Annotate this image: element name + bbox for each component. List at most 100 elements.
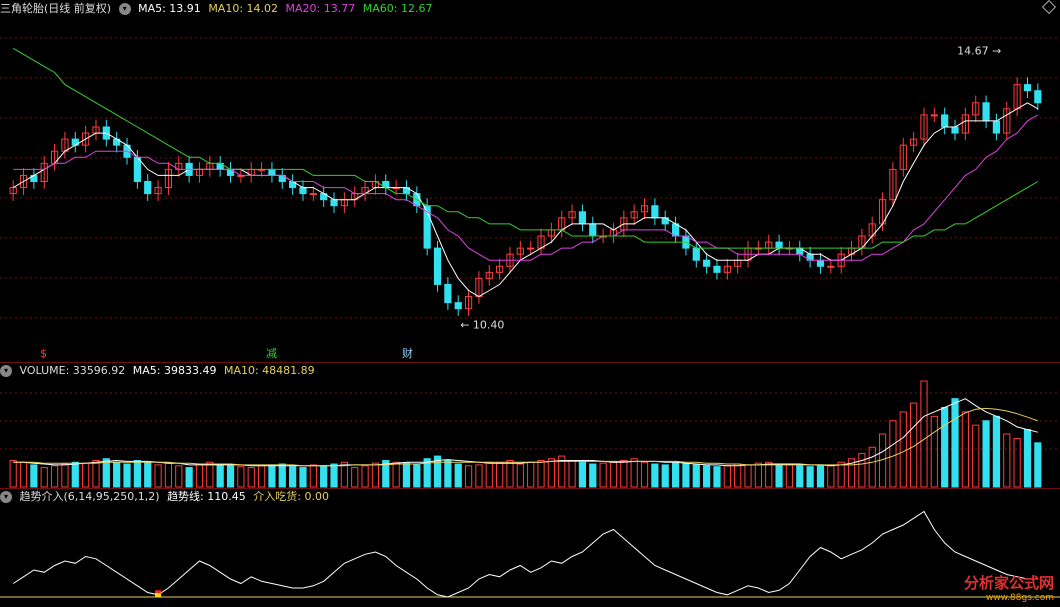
volume-bar	[547, 458, 555, 488]
volume-bar	[175, 465, 183, 488]
volume-bar	[992, 415, 1001, 488]
candle-body	[703, 259, 711, 267]
volume-bar	[682, 463, 690, 488]
volume-bar	[661, 464, 669, 488]
volume-bar	[133, 460, 141, 488]
volume-bar	[713, 466, 721, 488]
volume-bar	[537, 460, 545, 488]
volume-bar	[951, 398, 959, 488]
volume-bar	[516, 463, 524, 488]
volume-bar	[299, 467, 307, 488]
volume-bar	[972, 424, 980, 488]
volume-bar	[775, 463, 783, 488]
volume-bar	[527, 461, 535, 488]
price-panel[interactable]: 三角轮胎(日线 前复权) ▾ MA5: 13.91 MA10: 14.02 MA…	[0, 0, 1060, 362]
volume-bar	[257, 465, 266, 488]
volume-bar	[237, 466, 245, 488]
volume-bar	[30, 464, 38, 488]
candle-body	[951, 126, 959, 134]
volume-panel[interactable]: ▾ VOLUME: 33596.92 MA5: 39833.49 MA10: 4…	[0, 362, 1060, 489]
volume-bar	[309, 464, 317, 488]
volume-bar	[185, 467, 193, 488]
mark-s: $	[40, 347, 47, 360]
volume-bar	[71, 461, 79, 488]
candle-body	[444, 283, 452, 304]
volume-bar	[723, 465, 731, 488]
watermark-url: www.88gs.com	[985, 593, 1054, 603]
candle-body	[692, 247, 700, 261]
candle-body	[330, 199, 338, 207]
volume-bar	[506, 460, 514, 488]
volume-bar	[268, 464, 276, 488]
candle-body	[992, 120, 1001, 134]
volume-bar	[982, 420, 990, 488]
watermark-text: 分析家公式网	[963, 574, 1054, 592]
volume-bar	[1034, 442, 1042, 488]
volume-bar	[164, 462, 173, 488]
candle-body	[133, 156, 141, 182]
volume-bar	[578, 461, 587, 488]
mark-jian: 减	[266, 347, 277, 360]
volume-bar	[226, 465, 235, 488]
volume-bar	[475, 464, 483, 488]
volume-bar	[889, 420, 897, 488]
volume-bar	[796, 465, 804, 488]
mark-cai: 财	[402, 346, 413, 360]
volume-bar	[361, 465, 369, 488]
volume-bar	[92, 460, 100, 488]
indicator-panel[interactable]: ▾ 趋势介入(6,14,95,250,1,2) 趋势线: 110.45 介入吃货…	[0, 488, 1060, 607]
volume-bar	[123, 463, 131, 488]
volume-ma10-line	[13, 407, 1038, 467]
trend-line	[12, 510, 1038, 598]
volume-bar	[620, 460, 628, 488]
volume-bar	[206, 461, 214, 488]
volume-bar	[195, 463, 204, 488]
volume-bar	[868, 446, 876, 488]
indicator-chart	[0, 510, 1060, 598]
candle-body	[930, 114, 938, 117]
volume-ma5-line	[13, 398, 1038, 467]
candle-body	[454, 302, 462, 310]
volume-bar	[692, 464, 700, 488]
candle-body	[433, 247, 442, 285]
volume-bar	[247, 467, 255, 488]
volume-bar	[289, 466, 297, 488]
volume-bar	[278, 463, 286, 488]
volume-bar	[392, 461, 400, 488]
volume-bar	[599, 462, 607, 488]
volume-bar	[154, 464, 162, 488]
candle-body	[713, 265, 721, 273]
candle-body	[144, 181, 152, 195]
volume-bar	[858, 452, 866, 488]
candle-body	[775, 241, 783, 249]
volume-bar	[930, 415, 938, 488]
candle-body	[268, 168, 276, 176]
candle-body	[1034, 90, 1042, 104]
volume-bar	[568, 460, 576, 488]
volume-bar	[50, 465, 59, 488]
volume-bar	[630, 458, 638, 488]
volume-bar	[920, 380, 928, 488]
volume-bar	[703, 465, 711, 488]
volume-bar	[785, 464, 794, 488]
candle-body	[527, 247, 535, 250]
volume-bar	[371, 462, 380, 488]
candle-body	[1023, 84, 1032, 92]
volume-bar	[734, 463, 742, 488]
candle-body	[816, 259, 825, 267]
high-price-label: 14.67 →	[957, 45, 1001, 58]
volume-bar	[640, 461, 649, 488]
volume-bar	[754, 462, 762, 488]
volume-bar	[1013, 437, 1021, 488]
candle-body	[651, 205, 659, 219]
price-chart: 14.67 → ← 10.40 $ 减 财	[0, 37, 1060, 360]
volume-bar	[837, 461, 845, 488]
volume-chart	[0, 380, 1060, 488]
volume-bar	[941, 407, 949, 488]
candle-body	[941, 114, 949, 128]
volume-bar	[113, 461, 121, 488]
volume-bar	[671, 462, 680, 488]
low-price-label: ← 10.40	[460, 319, 504, 332]
volume-bar	[40, 467, 48, 488]
candle-body	[309, 193, 317, 196]
